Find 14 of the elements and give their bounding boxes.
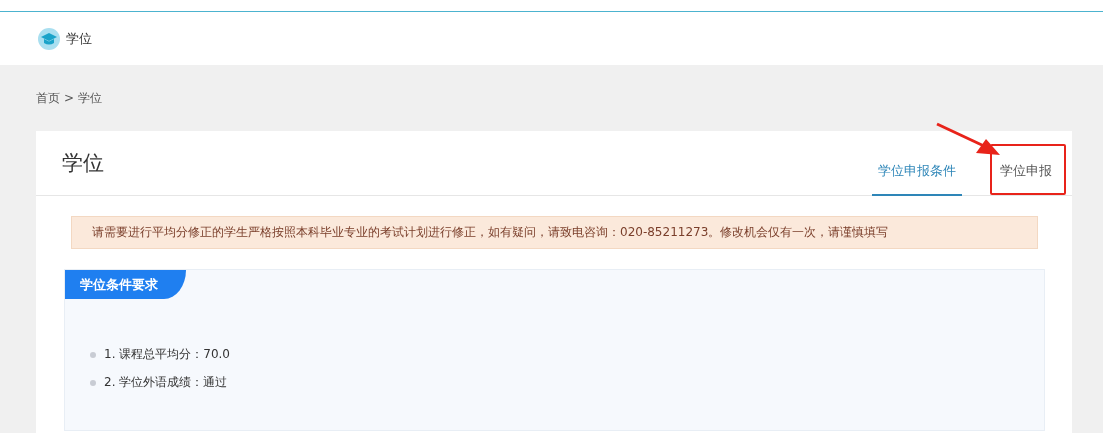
tab[interactable]: 学位申报条件 [872, 131, 962, 196]
card-title: 学位 [62, 150, 104, 177]
breadcrumb-link[interactable]: 学位 [78, 89, 103, 107]
tab[interactable]: 学位申报 [994, 146, 1058, 194]
breadcrumb-separator: > [64, 91, 75, 105]
requirement-text: 2. 学位外语成绩：通过 [104, 374, 228, 391]
breadcrumb-link[interactable]: 首页 [36, 89, 60, 107]
bullet-dot [90, 351, 96, 358]
section-tag: 学位条件要求 [65, 270, 186, 299]
header-title: 学位 [66, 29, 92, 48]
bullet-dot [90, 379, 96, 386]
graduation-cap-icon [38, 27, 60, 50]
notice-banner: 请需要进行平均分修正的学生严格按照本科毕业专业的考试计划进行修正，如有疑问，请致电咨询：020-85211273。修改机会仅有一次，请谨慎填写 [71, 216, 1038, 249]
requirement-text: 1. 课程总平均分：70.0 [104, 346, 230, 363]
